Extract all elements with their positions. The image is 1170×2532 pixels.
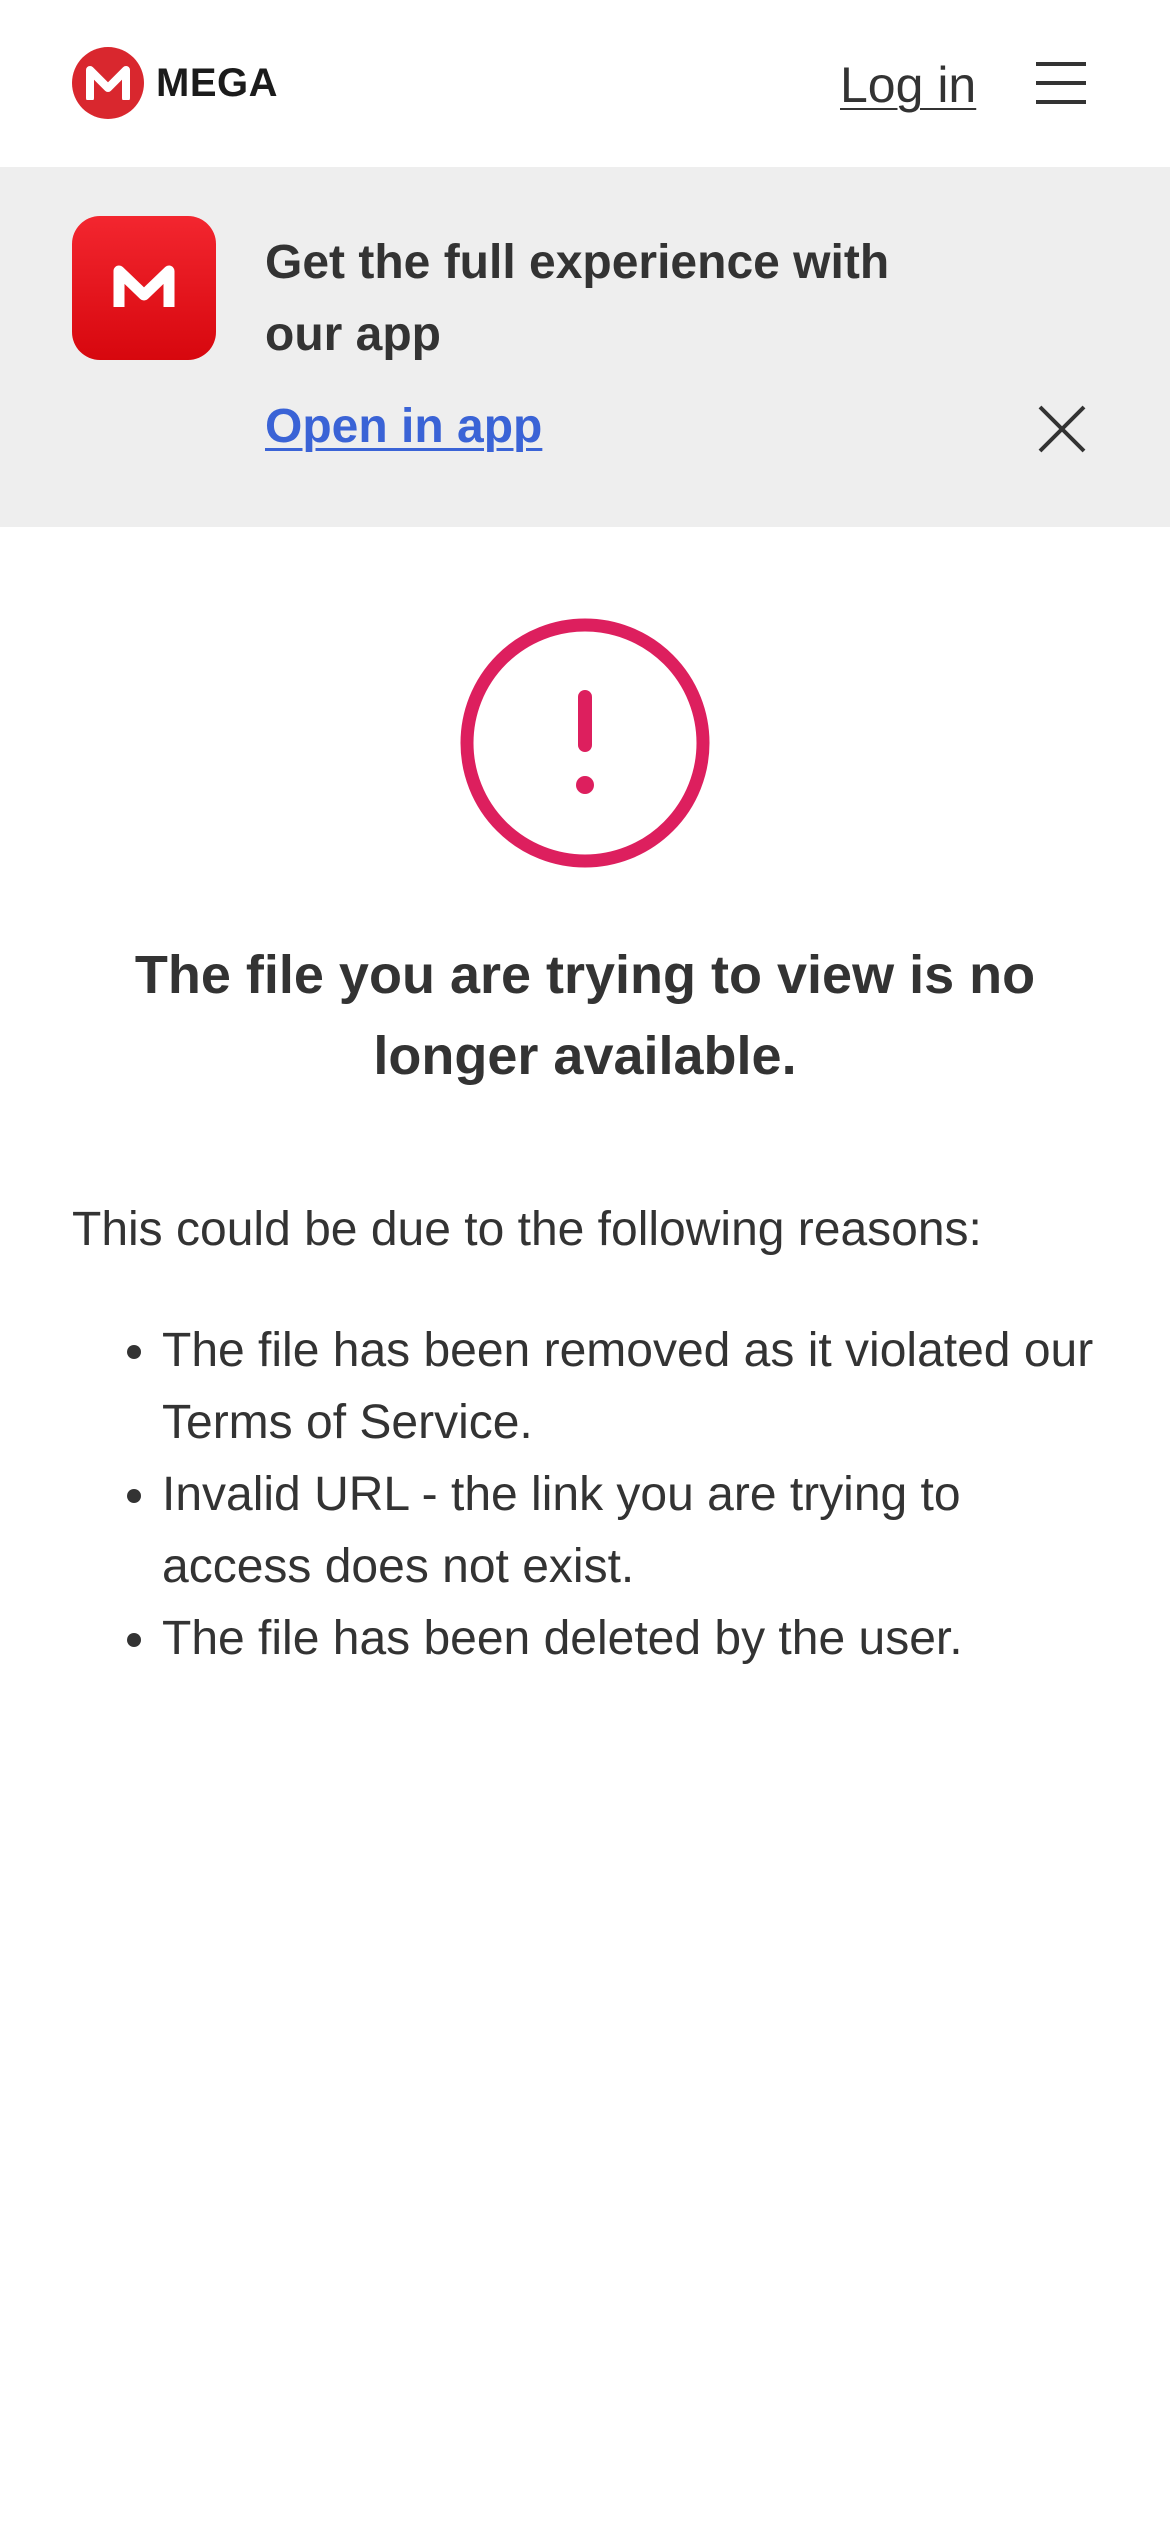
list-item: The file has been deleted by the user. (162, 1603, 1102, 1675)
list-item: Invalid URL - the link you are trying to… (162, 1459, 1102, 1603)
menu-button[interactable] (1034, 58, 1088, 108)
mega-app-icon (72, 216, 216, 360)
close-banner-button[interactable] (1036, 403, 1088, 455)
hamburger-menu-icon (1036, 62, 1086, 104)
top-header: MEGA Log in (0, 0, 1170, 167)
open-in-app-link[interactable]: Open in app (265, 397, 542, 457)
mega-logo[interactable]: MEGA (72, 47, 278, 119)
app-banner: Get the full experience with our app Ope… (0, 167, 1170, 527)
mega-logo-icon (72, 47, 144, 119)
list-item: The file has been removed as it violated… (162, 1315, 1102, 1459)
reasons-list: The file has been removed as it violated… (72, 1315, 1102, 1675)
reasons-intro: This could be due to the following reaso… (72, 1203, 982, 1256)
brand-name: MEGA (156, 60, 278, 105)
login-link[interactable]: Log in (840, 50, 976, 120)
page-title: The file you are trying to view is no lo… (134, 945, 1036, 1086)
close-icon (1038, 405, 1086, 453)
exclamation-circle-icon (460, 618, 710, 868)
banner-message: Get the full experience with our app (265, 236, 890, 361)
